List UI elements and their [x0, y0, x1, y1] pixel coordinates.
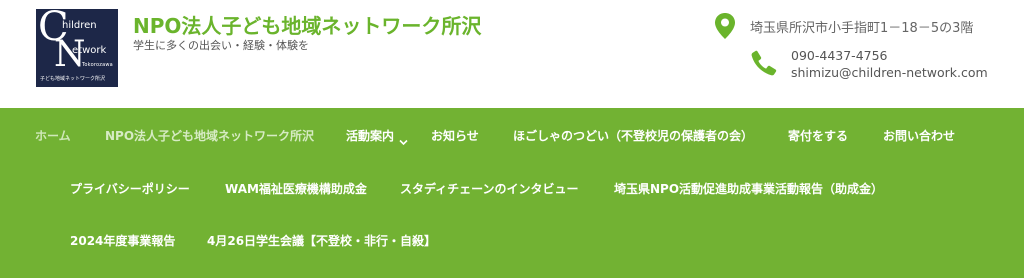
nav-item-privacy-policy[interactable]: プライバシーポリシー	[70, 180, 190, 197]
chevron-down-icon[interactable]	[399, 131, 408, 150]
nav-item-student-conference[interactable]: 4月26日学生会議【不登校・非行・自殺】	[207, 232, 436, 249]
nav-item-contact[interactable]: お問い合わせ	[883, 127, 955, 144]
site-header: C hildren N etwork Tokorozawa 子ども地域ネットワー…	[0, 0, 1024, 108]
logo-word-children: hildren	[62, 20, 97, 31]
logo-word-tokorozawa: Tokorozawa	[82, 62, 113, 68]
nav-item-donate[interactable]: 寄付をする	[788, 127, 848, 144]
nav-item-studychain-interview[interactable]: スタディチェーンのインタビュー	[400, 180, 579, 197]
phone-number[interactable]: 090-4437-4756	[791, 48, 888, 63]
map-pin-icon	[714, 12, 736, 44]
nav-item-news[interactable]: お知らせ	[431, 127, 479, 144]
site-tagline: 学生に多くの出会い・経験・体験を	[133, 39, 309, 52]
email-address[interactable]: shimizu@children-network.com	[791, 65, 988, 80]
site-title[interactable]: NPO法人子ども地域ネットワーク所沢	[133, 10, 481, 39]
nav-item-saitama-grant-report[interactable]: 埼玉県NPO活動促進助成事業活動報告（助成金）	[614, 180, 883, 197]
main-nav: ホーム NPO法人子ども地域ネットワーク所沢 活動案内 お知らせ ほごしゃのつど…	[0, 108, 1024, 278]
logo-caption: 子ども地域ネットワーク所沢	[40, 76, 106, 82]
nav-item-parents-meeting[interactable]: ほごしゃのつどい（不登校児の保護者の会）	[513, 127, 753, 144]
logo-word-network: etwork	[72, 45, 107, 56]
nav-item-2024-report[interactable]: 2024年度事業報告	[70, 232, 175, 249]
nav-item-about[interactable]: NPO法人子ども地域ネットワーク所沢	[105, 127, 314, 144]
nav-item-activities[interactable]: 活動案内	[346, 127, 394, 144]
nav-item-home[interactable]: ホーム	[35, 127, 71, 144]
address-text: 埼玉県所沢市小手指町1－18－5の3階	[750, 21, 974, 36]
site-logo[interactable]: C hildren N etwork Tokorozawa 子ども地域ネットワー…	[36, 9, 118, 87]
phone-icon	[750, 49, 778, 81]
nav-item-wam-grant[interactable]: WAM福祉医療機構助成金	[225, 180, 367, 197]
